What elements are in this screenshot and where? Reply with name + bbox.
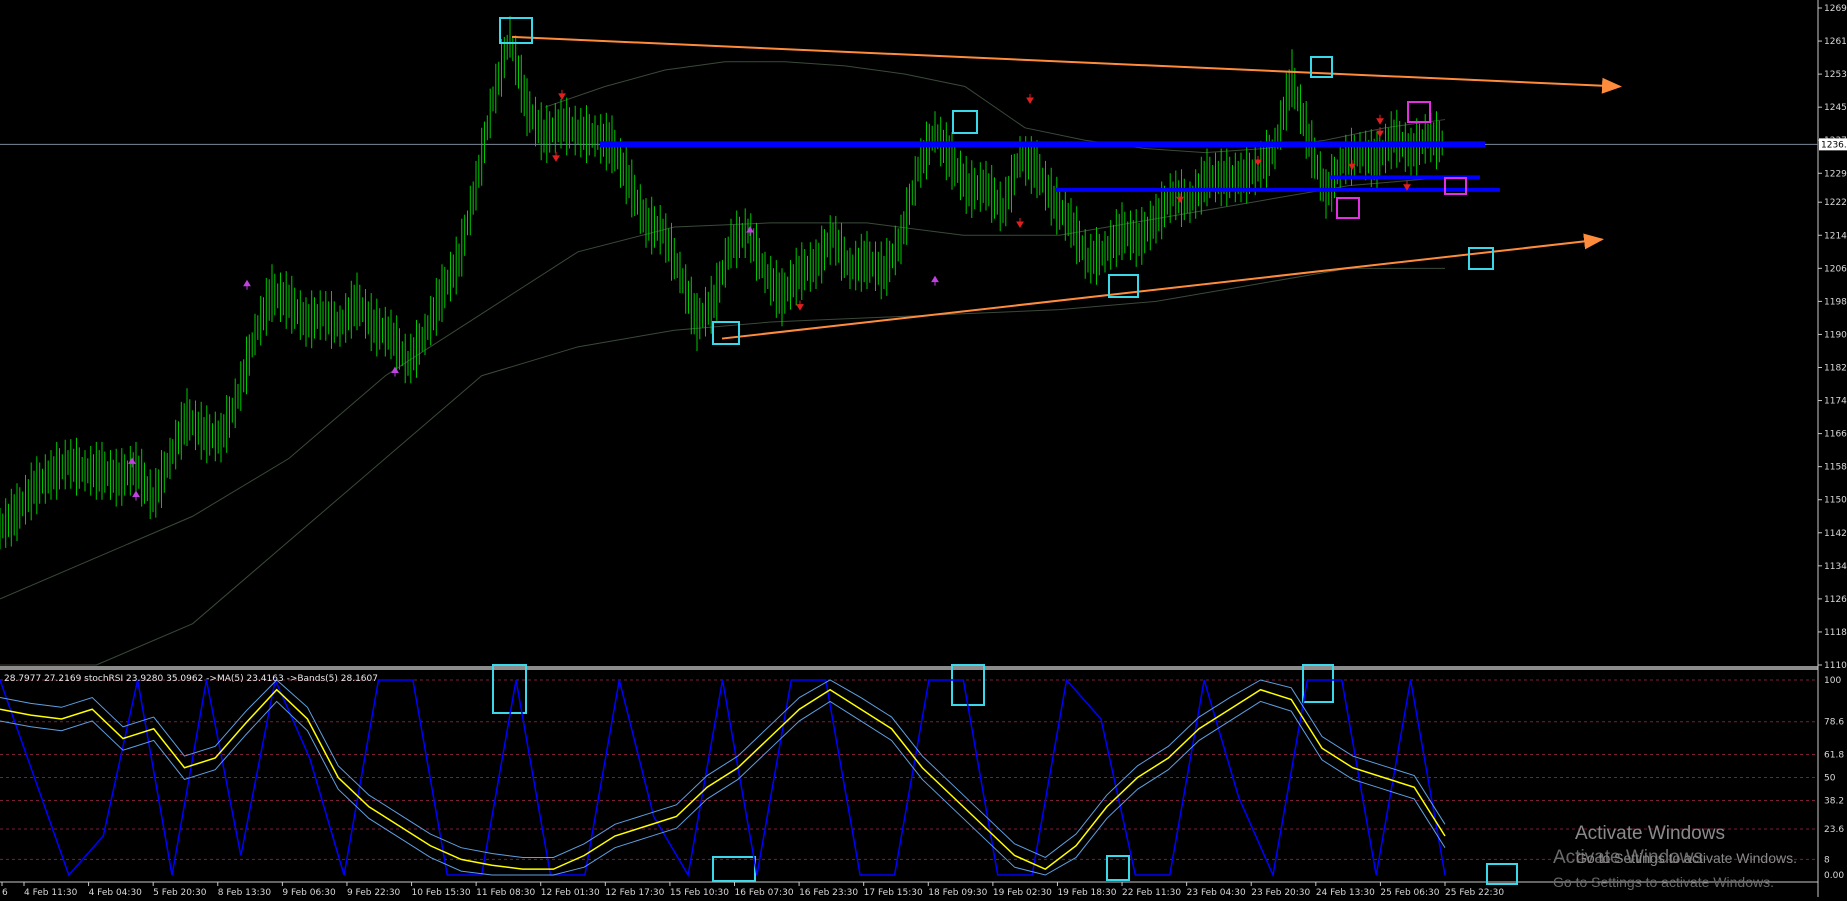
time-tick-label: 8 Feb 13:30	[218, 888, 272, 897]
price-tick-label: 1190	[1824, 330, 1847, 340]
buy-arrow-marker	[931, 275, 939, 286]
sell-arrow-marker	[1026, 94, 1034, 105]
time-tick-label: 22 Feb 11:30	[1122, 888, 1181, 897]
price-tick-label: 1110	[1824, 661, 1847, 671]
time-tick-label: 12 Feb 01:30	[541, 888, 600, 897]
time-tick-label: 4 Feb 04:30	[89, 888, 143, 897]
price-tick-label: 1198	[1824, 297, 1847, 307]
price-bars	[0, 16, 1443, 550]
chart-canvas[interactable]: 1269126112531245123712291222121412061198…	[0, 0, 1847, 898]
time-tick-label: 17 Feb 15:30	[864, 888, 923, 897]
time-tick-label: 10 Feb 15:30	[412, 888, 471, 897]
time-tick-label: 24 Feb 13:30	[1316, 888, 1375, 897]
oscillator-tick-label: 23.6	[1824, 825, 1844, 835]
price-tick-label: 1174	[1824, 397, 1847, 407]
panel-separator	[0, 666, 1818, 670]
price-tick-label: 1206	[1824, 264, 1847, 274]
time-tick-label: 19 Feb 02:30	[993, 888, 1052, 897]
time-tick-label: 23 Feb 20:30	[1251, 888, 1310, 897]
price-tick-label: 1214	[1824, 231, 1847, 241]
price-tick-label: 1142	[1824, 529, 1847, 539]
sell-arrow-marker	[796, 300, 804, 311]
time-tick-label: 23 Feb 04:30	[1187, 888, 1246, 897]
highlight-box-magenta	[1336, 197, 1360, 219]
price-tick-label: 1261	[1824, 37, 1847, 47]
sell-arrow-marker	[552, 151, 560, 162]
oscillator-tick-label: 61.8	[1824, 750, 1844, 760]
price-tick-label: 1150	[1824, 496, 1847, 506]
time-tick-label: 12 Feb 17:30	[605, 888, 664, 897]
highlight-box-magenta	[1407, 101, 1431, 123]
time-tick-label: 25 Feb 22:30	[1445, 888, 1504, 897]
sell-arrow-marker	[1176, 193, 1184, 204]
bands-lower-line	[0, 700, 1446, 876]
bands-upper-line	[0, 679, 1446, 859]
support-resistance-level	[1055, 187, 1500, 192]
time-tick-label: 6	[2, 888, 8, 897]
sell-arrow-marker	[1376, 114, 1384, 125]
price-tick-label: 1222	[1824, 198, 1847, 208]
buy-arrow-marker	[132, 490, 140, 501]
support-resistance-level	[600, 141, 1485, 148]
oscillator-tick-label: 0.00	[1824, 871, 1844, 881]
time-tick-label: 16 Feb 07:30	[735, 888, 794, 897]
price-tick-label: 1166	[1824, 430, 1847, 440]
time-tick-label: 15 Feb 10:30	[670, 888, 729, 897]
trading-chart[interactable]: 1269126112531245123712291222121412061198…	[0, 0, 1847, 898]
sell-arrow-marker	[1016, 218, 1024, 228]
ma5-line	[0, 688, 1446, 871]
time-tick-label: 25 Feb 06:30	[1380, 888, 1439, 897]
time-tick-label: 11 Feb 08:30	[476, 888, 535, 897]
price-tick-label: 1118	[1824, 628, 1847, 638]
sell-arrow-marker	[1254, 156, 1262, 166]
highlight-box	[1486, 863, 1518, 885]
envelope-lower-line	[0, 267, 1445, 666]
time-tick-label: 5 Feb 20:30	[153, 888, 207, 897]
price-tick-label: 1229	[1824, 169, 1847, 179]
trendline-upper	[511, 35, 1622, 94]
price-tick-label: 1245	[1824, 103, 1847, 113]
buy-arrow-marker	[243, 279, 251, 290]
oscillator-tick-label: 50	[1824, 774, 1836, 784]
current-price-label: 1236.	[1821, 140, 1847, 150]
price-tick-label: 1253	[1824, 70, 1847, 80]
time-tick-label: 18 Feb 09:30	[928, 888, 987, 897]
highlight-box	[712, 856, 756, 882]
sell-arrow-marker	[558, 89, 566, 100]
oscillator-tick-label: 8	[1824, 855, 1830, 865]
price-tick-label: 1126	[1824, 595, 1847, 605]
oscillator-legend: 28.7977 27.2169 stochRSI 23.9280 35.0962…	[4, 674, 378, 684]
price-tick-label: 1182	[1824, 363, 1847, 373]
oscillator-tick-label: 38.2	[1824, 797, 1844, 807]
time-tick-label: 4 Feb 11:30	[24, 888, 78, 897]
time-tick-label: 19 Feb 18:30	[1057, 888, 1116, 897]
envelope-mid-line	[0, 176, 1446, 600]
price-tick-label: 1269	[1824, 4, 1847, 14]
time-tick-label: 16 Feb 23:30	[799, 888, 858, 897]
oscillator-tick-label: 100	[1824, 676, 1841, 686]
price-tick-label: 1158	[1824, 463, 1847, 473]
time-tick-label: 9 Feb 06:30	[282, 888, 336, 897]
time-tick-label: 9 Feb 22:30	[347, 888, 401, 897]
highlight-box	[952, 110, 978, 134]
price-tick-label: 1134	[1824, 562, 1847, 572]
oscillator-tick-label: 78.6	[1824, 718, 1844, 728]
highlight-box	[951, 664, 985, 706]
